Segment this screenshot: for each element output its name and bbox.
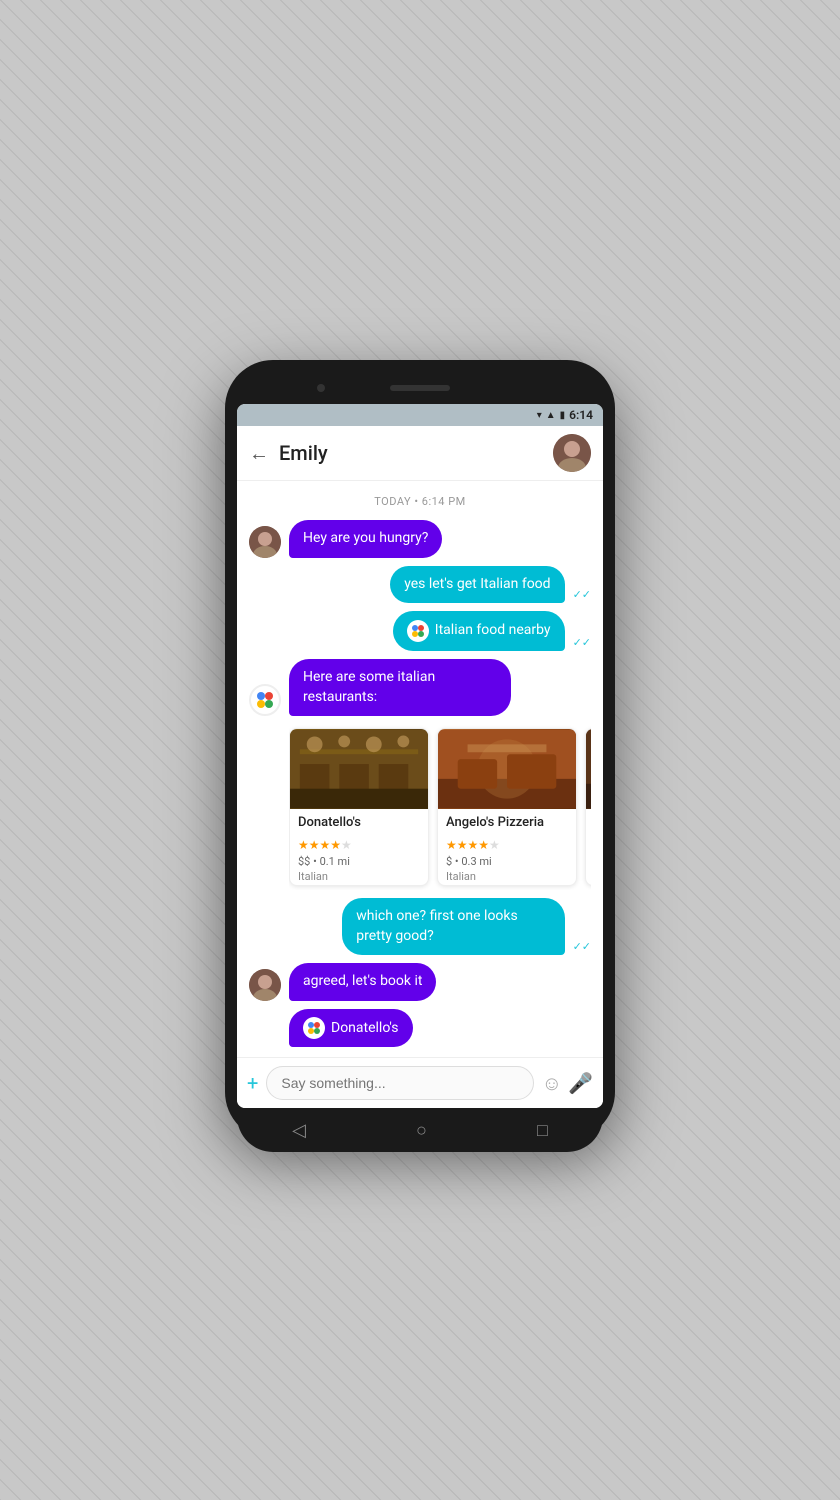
back-nav-icon[interactable]: ◁ bbox=[292, 1120, 306, 1141]
checkmark-icon: ✓✓ bbox=[573, 940, 591, 953]
restaurant-card-angelos[interactable]: Angelo's Pizzeria ★★★★★ $ • 0.3 mi Itali… bbox=[437, 728, 577, 886]
card-info: Donatello's ★★★★★ $$ • 0.1 mi Italian bbox=[290, 809, 428, 886]
assistant-message-row: Here are some italian restaurants: bbox=[249, 659, 591, 716]
message-bubble: agreed, let's book it bbox=[289, 963, 436, 1001]
action-bubble[interactable]: Donatello's bbox=[289, 1009, 413, 1047]
message-row: yes let's get Italian food ✓✓ bbox=[249, 566, 591, 604]
card-info: Paolo's Pi... ★★★★★ Italian bbox=[586, 809, 591, 874]
emoji-button[interactable]: ☺ bbox=[542, 1071, 562, 1096]
message-row: Italian food nearby ✓✓ bbox=[249, 611, 591, 651]
message-bubble: Hey are you hungry? bbox=[289, 520, 442, 558]
wifi-icon: ▾ bbox=[537, 410, 542, 421]
message-bubble: which one? first one looks pretty good? bbox=[342, 898, 564, 955]
battery-icon: ▮ bbox=[560, 410, 566, 421]
restaurant-details: $$ • 0.1 mi bbox=[298, 855, 420, 868]
restaurant-cuisine: Italian bbox=[446, 870, 568, 883]
checkmark-icon: ✓✓ bbox=[573, 588, 591, 601]
status-bar: ▾ ▲ ▮ 6:14 bbox=[237, 404, 603, 426]
message-input[interactable] bbox=[266, 1066, 533, 1100]
restaurant-cuisine: Italian bbox=[298, 870, 420, 883]
input-icons: ☺ 🎤 bbox=[542, 1071, 593, 1096]
phone-device: ▾ ▲ ▮ 6:14 ← Emily TODAY • 6:14 PM bbox=[225, 360, 615, 1140]
restaurant-image bbox=[586, 729, 591, 809]
assistant-text-bubble: Here are some italian restaurants: bbox=[289, 659, 511, 716]
restaurant-rating: ★★★★★ bbox=[298, 834, 420, 853]
google-assistant-icon bbox=[407, 620, 429, 642]
contact-avatar[interactable] bbox=[553, 434, 591, 472]
phone-nav: ◁ ○ □ bbox=[237, 1108, 603, 1152]
assistant-query-bubble: Italian food nearby bbox=[393, 611, 565, 651]
speaker bbox=[390, 385, 450, 391]
contact-name: Emily bbox=[279, 441, 543, 465]
app-header: ← Emily bbox=[237, 426, 603, 481]
phone-screen: ▾ ▲ ▮ 6:14 ← Emily TODAY • 6:14 PM bbox=[237, 404, 603, 1108]
sender-avatar bbox=[249, 526, 281, 558]
restaurant-card-paolos[interactable]: Paolo's Pi... ★★★★★ Italian bbox=[585, 728, 591, 886]
phone-top bbox=[237, 372, 603, 404]
restaurant-name: Angelo's Pizzeria bbox=[446, 815, 568, 830]
back-button[interactable]: ← bbox=[249, 441, 269, 466]
restaurant-rating: ★★★★★ bbox=[446, 834, 568, 853]
restaurant-image bbox=[438, 729, 576, 809]
message-bubble: yes let's get Italian food bbox=[390, 566, 564, 604]
message-row: which one? first one looks pretty good? … bbox=[249, 898, 591, 955]
restaurant-card-donatello[interactable]: Donatello's ★★★★★ $$ • 0.1 mi Italian bbox=[289, 728, 429, 886]
message-row: agreed, let's book it bbox=[249, 963, 591, 1001]
stars-empty: ★ bbox=[489, 838, 500, 852]
chat-timestamp: TODAY • 6:14 PM bbox=[249, 495, 591, 508]
google-assistant-small-icon bbox=[303, 1017, 325, 1039]
stars-filled: ★★★★ bbox=[298, 838, 341, 852]
message-row: Hey are you hungry? bbox=[249, 520, 591, 558]
stars-empty: ★ bbox=[341, 838, 352, 852]
sender-avatar bbox=[249, 969, 281, 1001]
card-info: Angelo's Pizzeria ★★★★★ $ • 0.3 mi Itali… bbox=[438, 809, 576, 886]
recent-nav-icon[interactable]: □ bbox=[537, 1120, 548, 1141]
status-time: 6:14 bbox=[569, 408, 593, 422]
restaurant-image bbox=[290, 729, 428, 809]
stars-filled: ★★★★ bbox=[446, 838, 489, 852]
signal-icon: ▲ bbox=[546, 410, 556, 421]
input-bar: + ☺ 🎤 bbox=[237, 1057, 603, 1108]
home-nav-icon[interactable]: ○ bbox=[416, 1120, 427, 1141]
mic-button[interactable]: 🎤 bbox=[568, 1071, 593, 1095]
camera bbox=[317, 384, 325, 392]
checkmark-icon: ✓✓ bbox=[573, 636, 591, 649]
add-button[interactable]: + bbox=[247, 1071, 258, 1095]
restaurant-details: $ • 0.3 mi bbox=[446, 855, 568, 868]
restaurant-cards[interactable]: Donatello's ★★★★★ $$ • 0.1 mi Italian bbox=[289, 724, 591, 890]
assistant-icon bbox=[249, 684, 281, 716]
status-icons: ▾ ▲ ▮ 6:14 bbox=[537, 408, 593, 422]
restaurant-name: Donatello's bbox=[298, 815, 420, 830]
chat-area: TODAY • 6:14 PM Hey are you hungry? y bbox=[237, 481, 603, 1057]
action-bubble-row: Donatello's bbox=[289, 1009, 591, 1047]
